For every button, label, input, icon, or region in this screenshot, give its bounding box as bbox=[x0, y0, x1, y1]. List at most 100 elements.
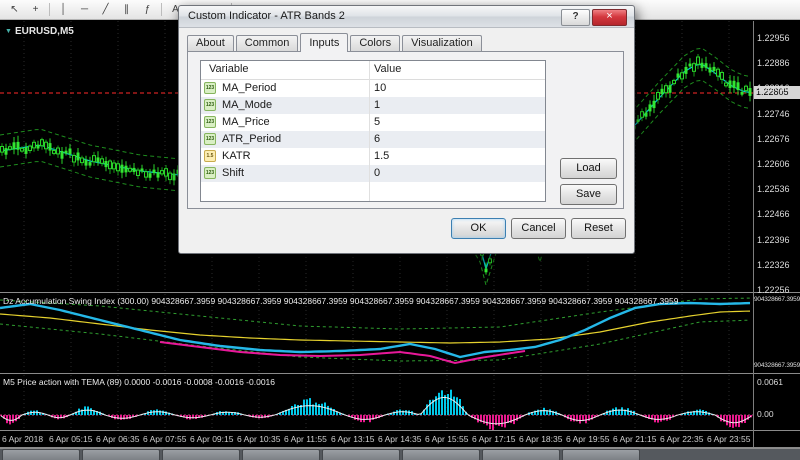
price-axis-label[interactable]: 1.22956 bbox=[757, 33, 790, 43]
time-axis-label: 6 Apr 21:15 bbox=[613, 434, 657, 444]
tema-histogram-panel[interactable]: M5 Price action with TEMA (89) 0.0000 -0… bbox=[0, 375, 753, 430]
price-axis-label[interactable]: 1.22886 bbox=[757, 58, 790, 68]
chart-tab[interactable] bbox=[482, 449, 560, 460]
column-header-variable: Variable bbox=[209, 63, 249, 75]
swing-indicator-label: Dz Accumulation Swing Index (300.00) 904… bbox=[3, 296, 679, 306]
param-table-header: Variable Value bbox=[201, 61, 545, 80]
time-axis-label: 6 Apr 22:35 bbox=[660, 434, 704, 444]
time-axis-label: 6 Apr 2018 bbox=[2, 434, 44, 444]
chart-tab[interactable] bbox=[2, 449, 80, 460]
param-row[interactable]: 123 MA_Price 5 bbox=[201, 114, 545, 131]
tab-visualization[interactable]: Visualization bbox=[402, 35, 482, 51]
crosshair-icon[interactable]: + bbox=[25, 1, 46, 19]
price-axis-label[interactable]: 1.22746 bbox=[757, 109, 790, 119]
param-row[interactable]: 123 Shift 0 bbox=[201, 165, 545, 182]
price-axis-label[interactable]: 1.22396 bbox=[757, 235, 790, 245]
price-axis-label[interactable]: 1.22326 bbox=[757, 260, 790, 270]
tema-axis-top-value: 0.0061 bbox=[757, 377, 783, 387]
dialog-titlebar[interactable]: Custom Indicator - ATR Bands 2 ? × bbox=[179, 6, 634, 28]
panel-separator[interactable] bbox=[0, 373, 800, 374]
param-type-icon: 123 bbox=[204, 99, 216, 111]
param-row[interactable]: 123 ATR_Period 6 bbox=[201, 131, 545, 148]
time-axis-label: 6 Apr 13:15 bbox=[331, 434, 375, 444]
fibonacci-icon[interactable]: ƒ bbox=[137, 1, 158, 19]
symbol-dropdown-icon[interactable]: ▼ bbox=[5, 28, 12, 35]
param-table-body: 123 MA_Period 10 123 MA_Mode 1 123 MA_Price 5 123… bbox=[201, 80, 545, 182]
chart-symbol-label: ▼ EURUSD,M5 bbox=[5, 26, 74, 37]
time-axis-label: 6 Apr 05:15 bbox=[49, 434, 93, 444]
tab-common[interactable]: Common bbox=[235, 35, 299, 51]
price-axis-label[interactable]: 1.22256 bbox=[757, 285, 790, 295]
dialog-tabs: About Common Inputs Colors Visualization bbox=[187, 33, 484, 52]
cancel-button[interactable]: Cancel bbox=[511, 218, 566, 239]
price-axis-label[interactable]: 1.22816 bbox=[757, 83, 790, 93]
load-button[interactable]: Load bbox=[560, 158, 617, 179]
toolbar-separator bbox=[161, 3, 162, 16]
cursor-icon[interactable]: ↖ bbox=[4, 1, 25, 19]
chart-tab[interactable] bbox=[242, 449, 320, 460]
trendline-icon[interactable]: ╱ bbox=[95, 1, 116, 19]
dialog-title: Custom Indicator - ATR Bands 2 bbox=[188, 10, 345, 22]
param-type-icon: 123 bbox=[204, 167, 216, 179]
column-header-value: Value bbox=[374, 63, 402, 75]
param-value[interactable]: 5 bbox=[374, 114, 380, 131]
param-type-icon: 123 bbox=[204, 133, 216, 145]
symbol-text: EURUSD,M5 bbox=[14, 26, 74, 37]
chart-tab[interactable] bbox=[402, 449, 480, 460]
reset-button[interactable]: Reset bbox=[571, 218, 626, 239]
param-name: KATR bbox=[222, 150, 251, 162]
help-button[interactable]: ? bbox=[561, 9, 590, 26]
param-value[interactable]: 10 bbox=[374, 80, 386, 97]
time-axis-label: 6 Apr 14:35 bbox=[378, 434, 422, 444]
price-axis-label[interactable]: 1.22536 bbox=[757, 184, 790, 194]
param-name: MA_Mode bbox=[222, 99, 273, 111]
param-name: Shift bbox=[222, 167, 245, 179]
mt4-window: ↖+│─╱∥ƒA↗○ ▼EURUSD,M5 Dz Accumulation Sw… bbox=[0, 0, 800, 460]
ok-button[interactable]: OK bbox=[451, 218, 506, 239]
time-axis-label: 6 Apr 19:55 bbox=[566, 434, 610, 444]
toolbar-separator bbox=[49, 3, 50, 16]
param-table: Variable Value 123 MA_Period 10 123 MA_Mode 1… bbox=[200, 60, 546, 202]
param-value[interactable]: 1.5 bbox=[374, 148, 389, 165]
param-row[interactable]: 123 MA_Period 10 bbox=[201, 80, 545, 97]
vertical-line-icon[interactable]: │ bbox=[53, 1, 74, 19]
horizontal-line-icon[interactable]: ─ bbox=[74, 1, 95, 19]
chart-tab[interactable] bbox=[562, 449, 640, 460]
param-value[interactable]: 0 bbox=[374, 165, 380, 182]
param-type-icon: 123 bbox=[204, 116, 216, 128]
chart-tab[interactable] bbox=[322, 449, 400, 460]
chart-tab[interactable] bbox=[162, 449, 240, 460]
tema-axis-zero-value: 0.00 bbox=[757, 409, 774, 419]
price-axis-label[interactable]: 1.22676 bbox=[757, 134, 790, 144]
panel-separator[interactable] bbox=[0, 292, 800, 293]
channel-icon[interactable]: ∥ bbox=[116, 1, 137, 19]
time-axis-label: 6 Apr 07:55 bbox=[143, 434, 187, 444]
param-name: ATR_Period bbox=[222, 133, 282, 145]
indicator-properties-dialog: Custom Indicator - ATR Bands 2 ? × About… bbox=[178, 5, 635, 254]
param-row[interactable]: 123 MA_Mode 1 bbox=[201, 97, 545, 114]
tab-colors[interactable]: Colors bbox=[350, 35, 401, 51]
time-axis-label: 6 Apr 15:55 bbox=[425, 434, 469, 444]
tab-inputs[interactable]: Inputs bbox=[300, 33, 349, 52]
time-axis[interactable]: 6 Apr 2018 6 Apr 05:15 6 Apr 06:35 6 Apr 07… bbox=[0, 431, 800, 447]
swing-axis-top-value: 904328667.3959 bbox=[754, 296, 800, 303]
time-axis-label: 6 Apr 06:35 bbox=[96, 434, 140, 444]
time-axis-label: 6 Apr 17:15 bbox=[472, 434, 516, 444]
price-axis-label[interactable]: 1.22466 bbox=[757, 209, 790, 219]
time-axis-label: 6 Apr 09:15 bbox=[190, 434, 234, 444]
time-axis-label: 6 Apr 23:55 bbox=[707, 434, 751, 444]
save-button[interactable]: Save bbox=[560, 184, 617, 205]
param-name: MA_Price bbox=[222, 116, 270, 128]
time-axis-label: 6 Apr 11:55 bbox=[284, 434, 327, 444]
param-value[interactable]: 1 bbox=[374, 97, 380, 114]
close-button[interactable]: × bbox=[592, 9, 627, 26]
swing-axis-bottom-value: 904328667.3959 bbox=[754, 362, 800, 369]
chart-tab[interactable] bbox=[82, 449, 160, 460]
inputs-tab-page: Variable Value 123 MA_Period 10 123 MA_Mode 1… bbox=[187, 51, 624, 209]
param-value[interactable]: 6 bbox=[374, 131, 380, 148]
param-row[interactable]: 1.5 KATR 1.5 bbox=[201, 148, 545, 165]
price-axis-border bbox=[753, 21, 754, 447]
tab-about[interactable]: About bbox=[187, 35, 234, 51]
price-axis-label[interactable]: 1.22606 bbox=[757, 159, 790, 169]
swing-index-panel[interactable]: Dz Accumulation Swing Index (300.00) 904… bbox=[0, 294, 753, 373]
